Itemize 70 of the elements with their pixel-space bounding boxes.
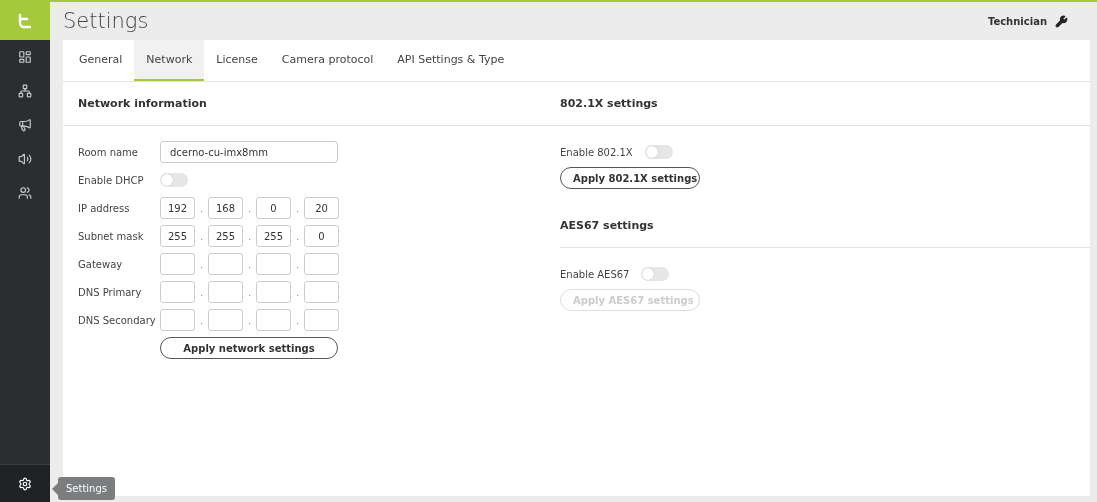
toggle-switch[interactable] xyxy=(160,173,188,187)
tab[interactable]: General xyxy=(67,40,135,81)
octet-separator: . xyxy=(294,202,301,214)
octet-field[interactable] xyxy=(208,281,243,303)
field-label: Enable DHCP xyxy=(78,174,145,186)
section-title: AES67 settings xyxy=(560,204,1090,248)
octet-separator: . xyxy=(294,286,301,298)
octet-separator: . xyxy=(198,258,205,270)
apply-button[interactable]: Apply network settings xyxy=(160,337,338,359)
octet-field[interactable] xyxy=(256,253,291,275)
octet-field[interactable]: 255 xyxy=(160,225,195,247)
room-name-field[interactable]: dcerno-cu-imx8mm xyxy=(160,141,338,163)
logo-icon xyxy=(16,12,34,30)
megaphone-icon xyxy=(18,118,32,132)
octet-separator: . xyxy=(198,286,205,298)
wrench-icon xyxy=(1055,14,1068,28)
sidebar-item[interactable] xyxy=(0,464,50,502)
octet-field[interactable]: 255 xyxy=(256,225,291,247)
speaker-icon xyxy=(18,152,32,166)
octet-field[interactable] xyxy=(160,309,195,331)
users-icon xyxy=(18,186,32,200)
octet-field[interactable]: 255 xyxy=(208,225,243,247)
octet-separator: . xyxy=(294,314,301,326)
field-label: Subnet mask xyxy=(78,230,145,242)
field-label: Gateway xyxy=(78,258,124,270)
octet-separator: . xyxy=(246,286,253,298)
octet-field[interactable] xyxy=(256,309,291,331)
settings-icon xyxy=(18,476,32,491)
tab[interactable]: API Settings & Type xyxy=(385,40,517,81)
octet-separator: . xyxy=(294,230,301,242)
field-label: Enable AES67 xyxy=(560,268,630,280)
tooltip-pointer-icon xyxy=(52,482,58,495)
octet-separator: . xyxy=(246,314,253,326)
octet-field[interactable] xyxy=(208,253,243,275)
octet-field[interactable] xyxy=(304,253,339,275)
dashboard-icon xyxy=(18,50,32,64)
octet-separator: . xyxy=(198,314,205,326)
octet-field[interactable]: 168 xyxy=(208,197,243,219)
field-label: DNS Secondary xyxy=(78,314,157,326)
octet-field[interactable] xyxy=(304,309,339,331)
octet-field[interactable] xyxy=(256,281,291,303)
tab[interactable]: License xyxy=(204,40,270,81)
tab[interactable]: Network xyxy=(134,40,205,81)
octet-field[interactable] xyxy=(160,253,195,275)
toggle-switch[interactable] xyxy=(644,145,673,159)
octet-separator: . xyxy=(246,230,253,242)
user-role: Technician xyxy=(987,15,1047,27)
section-title: 802.1X settings xyxy=(560,82,1090,126)
octet-separator: . xyxy=(294,258,301,270)
network-icon xyxy=(18,84,32,98)
field-label: Room name xyxy=(78,146,139,158)
octet-field[interactable]: 0 xyxy=(256,197,291,219)
apply-button[interactable]: Apply 802.1X settings xyxy=(560,167,700,189)
section-title: Network information xyxy=(63,82,560,126)
tab[interactable]: Camera protocol xyxy=(269,40,386,81)
octet-field[interactable]: 20 xyxy=(304,197,339,219)
octet-separator: . xyxy=(198,202,205,214)
octet-field[interactable] xyxy=(208,309,243,331)
toggle-switch[interactable] xyxy=(641,267,670,281)
page-title: Settings xyxy=(63,9,149,33)
octet-separator: . xyxy=(198,230,205,242)
octet-field[interactable] xyxy=(160,281,195,303)
octet-separator: . xyxy=(246,202,253,214)
field-label: IP address xyxy=(78,202,131,214)
octet-field[interactable]: 0 xyxy=(304,225,339,247)
field-label: DNS Primary xyxy=(78,286,143,298)
octet-field[interactable]: 192 xyxy=(160,197,195,219)
octet-field[interactable] xyxy=(304,281,339,303)
field-label: Enable 802.1X xyxy=(560,146,633,158)
octet-separator: . xyxy=(246,258,253,270)
